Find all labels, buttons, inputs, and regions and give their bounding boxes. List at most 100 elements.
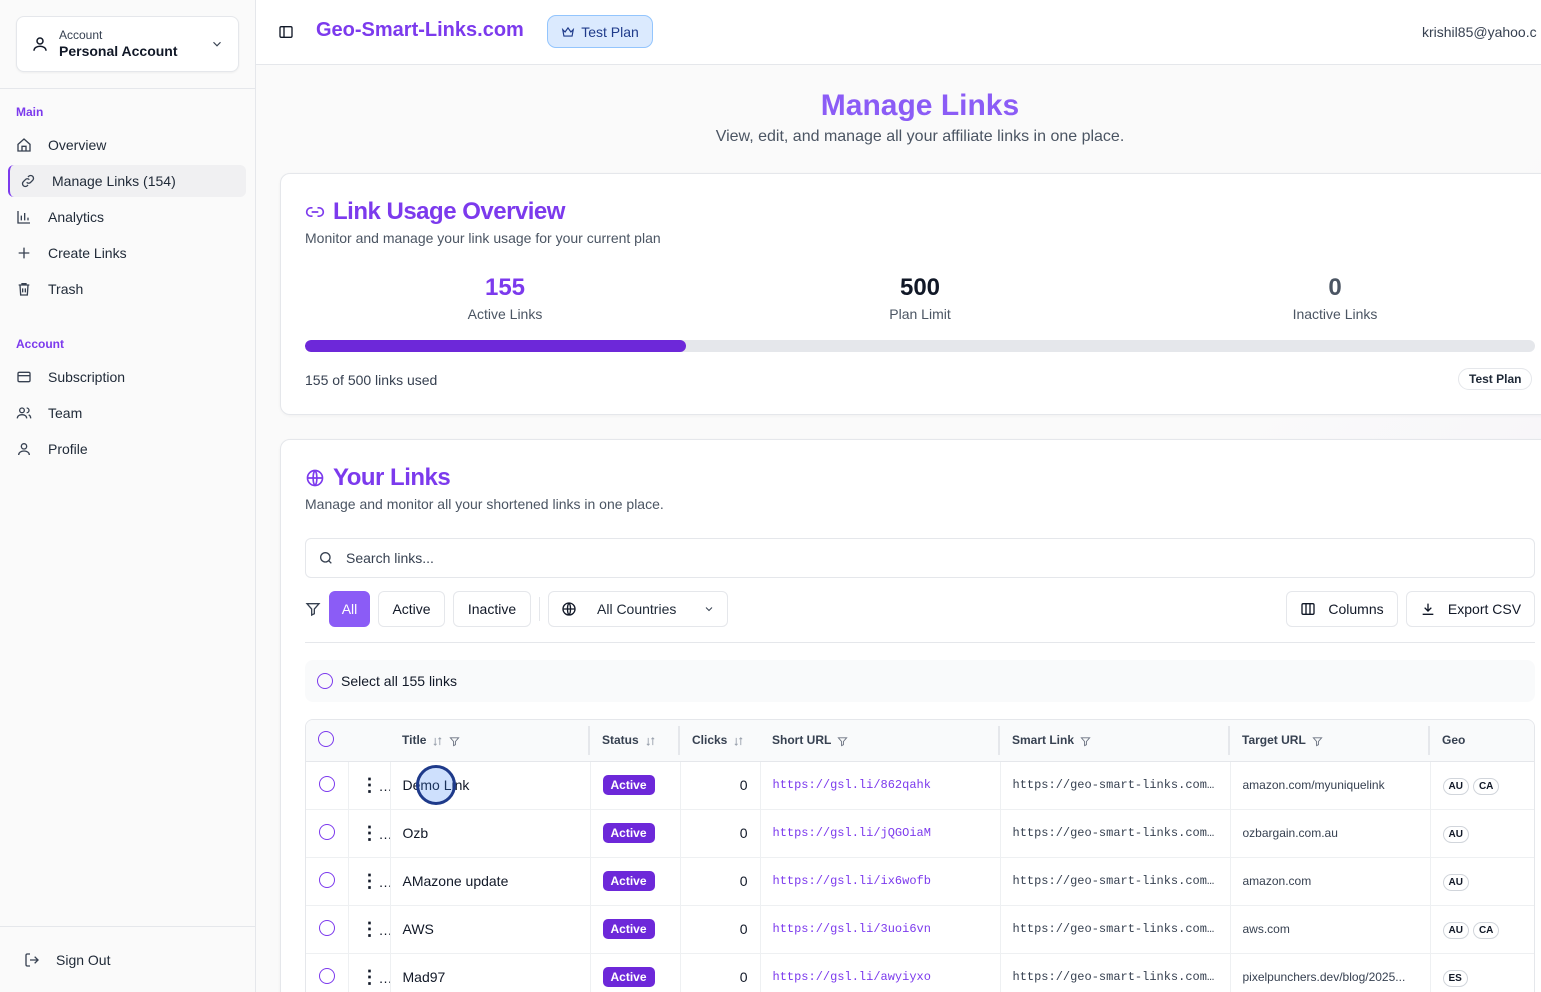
search-input[interactable] [346,550,1446,566]
row-select-cell [306,857,349,906]
filter-icon[interactable] [1312,736,1323,747]
search-icon [320,552,332,564]
row-title[interactable]: Demo Link [390,761,591,810]
row-smart-link[interactable]: https://geo-smart-links.com/862qahk [1000,761,1231,810]
row-select-checkbox[interactable] [318,967,335,984]
link-icon [21,174,35,188]
header-smart-link[interactable]: Smart Link [1000,720,1230,762]
bar-chart-icon [17,211,30,224]
sort-icon[interactable] [645,736,656,747]
link-usage-title: Link Usage Overview [305,198,565,226]
sidebar-item-subscription[interactable]: Subscription [8,361,246,393]
row-select-checkbox[interactable] [318,919,335,936]
row-title[interactable]: Mad97 [390,953,591,992]
sidebar-item-team[interactable]: Team [8,397,246,429]
sort-icon[interactable] [432,736,443,747]
filter-icon[interactable] [1080,736,1091,747]
sidebar-item-label: Overview [48,137,107,153]
table-header-row: Title Status Clicks Short URL Smart Link… [306,720,1534,762]
row-short-url[interactable]: https://gsl.li/ix6wofb [760,857,1001,906]
more-vertical-icon[interactable]: ⋮ [361,967,390,987]
filter-icon[interactable] [837,736,848,747]
sidebar-item-trash[interactable]: Trash [8,273,246,305]
header-actions [348,720,390,762]
header-title-label: Title [402,733,427,748]
row-title[interactable]: AWS [390,905,591,954]
status-badge: Active [602,871,655,891]
users-icon [16,407,32,419]
sidebar-toggle-icon[interactable] [278,24,294,40]
filter-active-button[interactable]: Active [378,591,445,627]
header-geo-label: Geo [1442,733,1466,748]
sidebar-item-label: Profile [48,441,88,457]
plan-badge-label: Test Plan [581,23,639,40]
stat-inactive-links: 0 Inactive Links [1185,274,1485,322]
sort-icon[interactable] [733,736,744,747]
sidebar-divider [0,88,255,89]
row-select-checkbox[interactable] [318,775,335,792]
columns-icon [1301,603,1316,615]
table-row[interactable]: ⋮ Mad97 Active 0 https://gsl.li/awyiyxo … [306,953,1534,992]
row-title[interactable]: Ozb [390,809,591,858]
geo-chip: AU [1442,825,1469,843]
table-row[interactable]: ⋮ AWS Active 0 https://gsl.li/3uoi6vn ht… [306,905,1534,954]
row-short-url[interactable]: https://gsl.li/awyiyxo [760,953,1001,992]
row-short-url[interactable]: https://gsl.li/862qahk [760,761,1001,810]
row-smart-link[interactable]: https://geo-smart-links.com/3uoi6vn [1000,905,1231,954]
sidebar-item-analytics[interactable]: Analytics [8,201,246,233]
account-switcher-label: Account [59,28,103,42]
columns-button-label: Columns [1328,601,1384,617]
more-vertical-icon[interactable]: ⋮ [361,919,390,939]
crown-icon [562,26,575,37]
header-short-url[interactable]: Short URL [760,720,1000,762]
row-title[interactable]: AMazone update [390,857,591,906]
sidebar-item-manage-links[interactable]: Manage Links (154) [8,165,246,197]
filter-inactive-button[interactable]: Inactive [453,591,531,627]
select-all-checkbox[interactable] [317,673,333,689]
usage-text: 155 of 500 links used [305,372,438,388]
home-icon [17,138,31,152]
more-vertical-icon[interactable]: ⋮ [361,775,390,795]
account-switcher[interactable]: Account Personal Account [16,16,239,72]
row-short-url[interactable]: https://gsl.li/jQGOiaM [760,809,1001,858]
table-row[interactable]: ⋮ Ozb Active 0 https://gsl.li/jQGOiaM ht… [306,809,1534,858]
header-target-url[interactable]: Target URL [1230,720,1430,762]
filter-all-button[interactable]: All [329,591,370,627]
row-target-url: amazon.com/myuniquelink [1230,761,1431,810]
table-row[interactable]: ⋮ Demo Link Active 0 https://gsl.li/862q… [306,761,1534,810]
row-select-checkbox[interactable] [318,871,335,888]
usage-progress-bar [305,340,1535,352]
sidebar-item-create-links[interactable]: Create Links [8,237,246,269]
header-clicks[interactable]: Clicks [680,720,760,762]
row-smart-link[interactable]: https://geo-smart-links.com/ix6wofb [1000,857,1231,906]
filter-icon[interactable] [449,736,461,747]
more-vertical-icon[interactable]: ⋮ [361,871,390,891]
brand-title[interactable]: Geo-Smart-Links.com [316,19,524,42]
row-smart-link[interactable]: https://geo-smart-links.com/jQGOiaM [1000,809,1231,858]
more-vertical-icon[interactable]: ⋮ [361,823,390,843]
stat-active-count: 155 [484,274,526,301]
row-status-cell: Active [590,809,681,858]
sign-out-button[interactable]: Sign Out [0,926,255,992]
header-title[interactable]: Title [390,720,590,762]
header-select[interactable] [306,720,348,762]
sidebar-item-overview[interactable]: Overview [8,129,246,161]
search-bar [305,538,1535,578]
header-status[interactable]: Status [590,720,680,762]
user-email[interactable]: krishil85@yahoo.c [1422,24,1537,40]
country-select[interactable]: All Countries [548,591,728,627]
row-clicks: 0 [680,809,761,858]
row-target-url: ozbargain.com.au [1230,809,1431,858]
log-out-icon [25,952,39,967]
select-all-row[interactable]: Select all 155 links [305,660,1535,702]
header-geo[interactable]: Geo [1430,720,1534,762]
table-row[interactable]: ⋮ AMazone update Active 0 https://gsl.li… [306,857,1534,906]
row-short-url[interactable]: https://gsl.li/3uoi6vn [760,905,1001,954]
row-select-checkbox[interactable] [318,823,335,840]
header-select-checkbox[interactable] [318,730,334,747]
row-smart-link[interactable]: https://geo-smart-links.com/awyiyxo [1000,953,1231,992]
export-csv-button[interactable]: Export CSV [1406,591,1535,627]
columns-button[interactable]: Columns [1286,591,1398,627]
row-actions-cell: ⋮ [348,953,391,992]
sidebar-item-profile[interactable]: Profile [8,433,246,465]
